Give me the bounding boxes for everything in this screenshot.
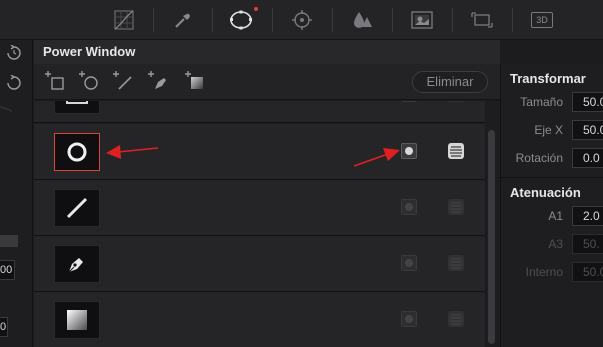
square-icon (66, 101, 88, 104)
softness-title: Atenuación (510, 185, 581, 200)
invert-icon[interactable] (447, 254, 465, 272)
3d-icon[interactable]: 3D (529, 7, 555, 33)
window-enable-toggle[interactable] (401, 143, 417, 159)
invert-icon[interactable] (447, 142, 465, 160)
annotation-arrow-left (106, 145, 159, 159)
window-enable-toggle[interactable] (401, 199, 417, 215)
left-grey-bar (0, 235, 18, 247)
power-window-header: Power Window (34, 40, 500, 64)
tracker-icon[interactable] (289, 7, 315, 33)
wheel-arc (0, 106, 12, 244)
annotation-arrow-right (353, 148, 400, 167)
curves-icon[interactable] (111, 7, 137, 33)
toolbar-separator (512, 8, 513, 32)
interno-field[interactable]: 50.0 (572, 262, 603, 282)
window-enable-toggle[interactable] (401, 311, 417, 327)
window-enable-toggle[interactable] (401, 101, 417, 102)
add-gradient-window-icon[interactable] (184, 70, 206, 92)
key-icon[interactable] (409, 7, 435, 33)
toolbar-separator (452, 8, 453, 32)
reset-icon[interactable] (6, 75, 22, 91)
blur-icon[interactable] (349, 7, 375, 33)
reset-icon[interactable] (6, 45, 22, 61)
window-thumbnail[interactable] (54, 245, 100, 283)
3d-label: 3D (531, 12, 553, 28)
left-panel: 00 0 (0, 40, 33, 347)
line-icon (66, 197, 88, 219)
add-polygon-window-icon[interactable] (112, 70, 134, 92)
a3-label: A3 (548, 237, 563, 251)
add-curve-window-icon[interactable] (147, 70, 169, 92)
sizing-icon[interactable] (469, 7, 495, 33)
axis-x-label: Eje X (534, 123, 563, 137)
pen-icon (68, 258, 83, 273)
toolbar-separator (153, 8, 154, 32)
circle-icon (67, 142, 87, 162)
properties-panel: Transformar Tamaño 50.0 Eje X 50.0 Rotac… (500, 64, 603, 347)
a1-field[interactable]: 2.0 (572, 206, 603, 226)
interno-label: Interno (525, 265, 563, 279)
transform-title: Transformar (510, 71, 586, 86)
delete-button[interactable]: Eliminar (412, 71, 488, 93)
window-thumbnail[interactable] (54, 301, 100, 339)
window-row[interactable] (34, 180, 485, 236)
invert-icon[interactable] (447, 101, 465, 103)
add-linear-window-icon[interactable] (44, 70, 66, 92)
window-row[interactable] (34, 236, 485, 292)
size-label: Tamaño (520, 95, 563, 109)
toolbar-separator (332, 8, 333, 32)
a1-label: A1 (548, 209, 563, 223)
window-tools-bar: Eliminar (34, 64, 500, 100)
gradient-icon (67, 310, 87, 330)
power-window-icon[interactable] (228, 7, 254, 33)
window-thumbnail[interactable] (54, 101, 100, 114)
window-enable-toggle[interactable] (401, 255, 417, 271)
qualifier-eyedropper-icon[interactable] (170, 7, 196, 33)
window-thumbnail-selected[interactable] (54, 133, 100, 171)
toolbar-separator (272, 8, 273, 32)
section-divider (501, 177, 603, 178)
left-value-field[interactable]: 0 (0, 317, 8, 337)
rotation-field[interactable]: 0.0 (572, 148, 603, 168)
add-circle-window-icon[interactable] (78, 70, 100, 92)
invert-icon[interactable] (447, 310, 465, 328)
panel-title: Power Window (43, 44, 136, 59)
scrollbar-thumb[interactable] (488, 130, 495, 344)
invert-icon[interactable] (447, 198, 465, 216)
top-toolbar: 3D (0, 0, 603, 40)
toolbar-separator (212, 8, 213, 32)
rotation-label: Rotación (515, 151, 563, 165)
toolbar-separator (392, 8, 393, 32)
window-row[interactable] (34, 101, 485, 123)
window-row[interactable] (34, 292, 485, 347)
window-list (34, 101, 485, 347)
active-indicator-dot (254, 7, 258, 11)
axis-x-field[interactable]: 50.0 (572, 120, 603, 140)
left-value-field[interactable]: 00 (0, 260, 15, 280)
size-field[interactable]: 50.0 (572, 92, 603, 112)
window-thumbnail[interactable] (54, 189, 100, 227)
a3-field[interactable]: 50. (572, 234, 603, 254)
